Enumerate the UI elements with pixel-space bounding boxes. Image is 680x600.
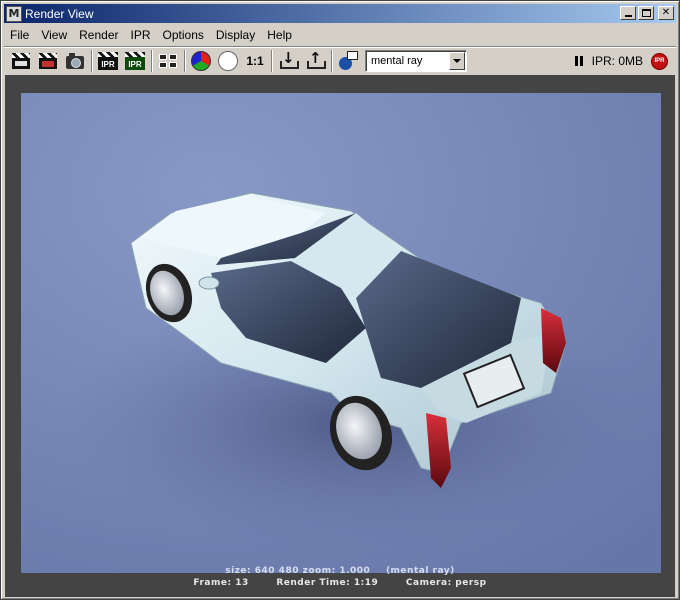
render-toolbar: IPR IPR 1:1 mental ray IPR: 0MB IPR <box>4 46 676 74</box>
toolbar-separator <box>91 49 93 72</box>
menu-view[interactable]: View <box>35 25 73 45</box>
rgb-channels-icon <box>191 50 211 71</box>
refresh-ipr-button[interactable]: IPR <box>123 49 147 73</box>
camera-text: Camera: persp <box>405 578 487 588</box>
menu-ipr[interactable]: IPR <box>125 25 157 45</box>
render-settings-button[interactable] <box>156 49 180 73</box>
remove-image-button[interactable] <box>303 49 327 73</box>
minimize-button[interactable] <box>620 6 636 20</box>
toolbar-separator <box>151 49 153 72</box>
menu-file[interactable]: File <box>4 25 35 45</box>
alpha-channel-icon <box>218 50 238 71</box>
ipr-render-icon: IPR <box>98 51 118 70</box>
menu-options[interactable]: Options <box>157 25 210 45</box>
render-size-info: size: 640 480 zoom: 1.000 (mental ray) <box>5 566 675 576</box>
maximize-button[interactable] <box>638 6 654 20</box>
menu-help[interactable]: Help <box>261 25 298 45</box>
render-viewport[interactable]: size: 640 480 zoom: 1.000 (mental ray) F… <box>5 75 675 597</box>
ipr-icon-label: IPR <box>128 59 142 69</box>
renderer-text: (mental ray) <box>385 566 455 576</box>
redo-render-icon <box>12 52 30 69</box>
render-region-button[interactable] <box>36 49 60 73</box>
menu-display[interactable]: Display <box>210 25 261 45</box>
stop-ipr-label: IPR <box>654 58 665 64</box>
render-snapshot-icon <box>338 50 358 71</box>
render-size-text: size: 640 480 zoom: 1.000 <box>225 566 371 576</box>
renderer-select-value: mental ray <box>371 54 423 67</box>
render-view-window: M Render View ✕ File View Render IPR Opt… <box>0 0 680 600</box>
car-render-svg <box>21 93 661 573</box>
stop-ipr-icon[interactable]: IPR <box>651 52 668 70</box>
keep-image-button[interactable] <box>276 49 300 73</box>
render-snapshot-button[interactable] <box>336 49 360 73</box>
maximize-icon <box>641 9 651 17</box>
render-region-icon <box>39 52 57 69</box>
ipr-status-group: IPR: 0MB IPR <box>574 50 668 72</box>
snapshot-camera-icon <box>66 52 84 69</box>
render-frame-info: Frame: 13 Render Time: 1:19 Camera: pers… <box>5 578 675 588</box>
real-size-label: 1:1 <box>246 53 264 68</box>
snapshot-button[interactable] <box>63 49 87 73</box>
window-controls: ✕ <box>620 6 674 20</box>
menu-render[interactable]: Render <box>73 25 124 45</box>
toolbar-separator <box>184 49 186 72</box>
ipr-render-button[interactable]: IPR <box>96 49 120 73</box>
maya-logo-icon: M <box>6 5 22 22</box>
redo-render-button[interactable] <box>9 49 33 73</box>
title-bar[interactable]: M Render View ✕ <box>4 4 676 23</box>
keep-image-icon <box>279 49 299 70</box>
chevron-down-icon[interactable] <box>449 51 465 70</box>
render-settings-icon <box>159 53 177 68</box>
window-title: Render View <box>25 6 94 21</box>
ipr-icon-label: IPR <box>101 59 115 69</box>
minimize-icon <box>624 15 632 17</box>
remove-image-icon <box>306 49 326 70</box>
toolbar-separator <box>331 49 333 72</box>
alpha-channel-button[interactable] <box>216 49 240 73</box>
close-button[interactable]: ✕ <box>658 6 674 20</box>
frame-text: Frame: 13 <box>193 578 249 588</box>
close-icon: ✕ <box>661 7 671 18</box>
real-size-button[interactable]: 1:1 <box>243 49 267 73</box>
toolbar-separator <box>271 49 273 72</box>
ipr-memory-label: IPR: 0MB <box>591 54 643 68</box>
rgb-channels-button[interactable] <box>189 49 213 73</box>
render-time-text: Render Time: 1:19 <box>276 578 379 588</box>
menu-bar: File View Render IPR Options Display Hel… <box>4 25 676 45</box>
refresh-ipr-icon: IPR <box>125 51 145 70</box>
pause-ipr-icon[interactable] <box>574 56 583 66</box>
rendered-car-image <box>21 93 661 573</box>
renderer-select[interactable]: mental ray <box>365 49 467 72</box>
